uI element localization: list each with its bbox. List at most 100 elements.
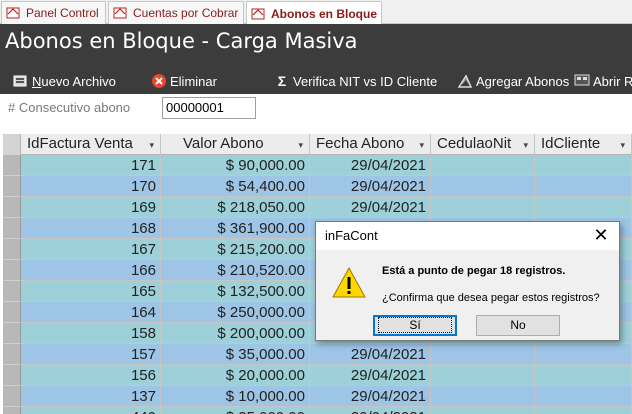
eliminar-button[interactable]: Eliminar bbox=[151, 72, 217, 90]
row-selector[interactable] bbox=[3, 155, 21, 176]
table-cell[interactable]: 168 bbox=[21, 218, 161, 239]
table-cell[interactable] bbox=[431, 155, 535, 176]
table-cell[interactable]: $ 210,520.00 bbox=[161, 260, 310, 281]
row-selector[interactable] bbox=[3, 302, 21, 323]
table-cell[interactable]: 29/04/2021 bbox=[310, 155, 431, 176]
table-cell[interactable]: $ 90,000.00 bbox=[161, 155, 310, 176]
table-cell[interactable] bbox=[431, 407, 535, 414]
yes-button[interactable]: Sí bbox=[373, 315, 457, 336]
table-cell[interactable] bbox=[535, 197, 632, 218]
toolbar: Nuevo Archivo Eliminar Σ Verifica NIT vs… bbox=[0, 64, 632, 94]
column-header-label: IdCliente bbox=[541, 135, 601, 152]
nuevo-archivo-mnemonic: N bbox=[32, 73, 42, 89]
column-header-cedulaonit[interactable]: CedulaoNit ▾ bbox=[431, 134, 535, 155]
agregar-abonos-button[interactable]: Agregar Abonos bbox=[457, 72, 569, 90]
tab-cuentas-por-cobrar[interactable]: Cuentas por Cobrar bbox=[108, 1, 244, 24]
table-cell[interactable]: $ 132,500.00 bbox=[161, 281, 310, 302]
abrir-label: Abrir R bbox=[593, 73, 632, 89]
confirm-dialog: inFaCont ✕ Está a punto de pegar 18 regi… bbox=[315, 221, 620, 341]
table-cell[interactable] bbox=[535, 176, 632, 197]
dropdown-arrow-icon[interactable]: ▾ bbox=[419, 135, 424, 155]
tab-abonos-en-bloque[interactable]: Abonos en Bloque bbox=[246, 1, 382, 25]
table-cell[interactable] bbox=[431, 365, 535, 386]
table-cell[interactable] bbox=[535, 344, 632, 365]
tab-label: Abonos en Bloque bbox=[271, 6, 377, 21]
table-row[interactable]: 170 $ 54,400.00 29/04/2021 bbox=[3, 176, 632, 197]
table-cell[interactable]: $ 215,200.00 bbox=[161, 239, 310, 260]
column-header-idcliente[interactable]: IdCliente ▾ bbox=[535, 134, 632, 155]
column-header-idfactura[interactable]: IdFactura Venta ▾ bbox=[21, 134, 161, 155]
table-row[interactable]: 157 $ 35,000.00 29/04/2021 bbox=[3, 344, 632, 365]
table-cell[interactable]: $ 54,400.00 bbox=[161, 176, 310, 197]
table-cell[interactable]: 171 bbox=[21, 155, 161, 176]
form-icon bbox=[6, 7, 20, 19]
table-cell[interactable]: 167 bbox=[21, 239, 161, 260]
row-selector[interactable] bbox=[3, 407, 21, 414]
row-selector[interactable] bbox=[3, 365, 21, 386]
row-selector[interactable] bbox=[3, 323, 21, 344]
table-cell[interactable] bbox=[431, 344, 535, 365]
column-header-valor-abono[interactable]: Valor Abono ▾ bbox=[161, 134, 310, 155]
row-selector[interactable] bbox=[3, 344, 21, 365]
table-cell[interactable]: 156 bbox=[21, 365, 161, 386]
nuevo-archivo-button[interactable]: Nuevo Archivo bbox=[13, 72, 116, 90]
table-cell[interactable] bbox=[431, 386, 535, 407]
table-cell[interactable]: 440 bbox=[21, 407, 161, 414]
row-selector[interactable] bbox=[3, 197, 21, 218]
table-cell[interactable] bbox=[535, 365, 632, 386]
table-cell[interactable]: 170 bbox=[21, 176, 161, 197]
row-selector[interactable] bbox=[3, 239, 21, 260]
row-selector[interactable] bbox=[3, 386, 21, 407]
dropdown-arrow-icon[interactable]: ▾ bbox=[298, 135, 303, 155]
row-selector[interactable] bbox=[3, 260, 21, 281]
table-cell[interactable]: $ 10,000.00 bbox=[161, 386, 310, 407]
table-cell[interactable] bbox=[431, 176, 535, 197]
table-cell[interactable]: 158 bbox=[21, 323, 161, 344]
table-cell[interactable] bbox=[535, 407, 632, 414]
table-cell[interactable]: $ 20,000.00 bbox=[161, 365, 310, 386]
table-cell[interactable]: 29/04/2021 bbox=[310, 344, 431, 365]
table-cell[interactable]: 29/04/2021 bbox=[310, 176, 431, 197]
no-button[interactable]: No bbox=[476, 315, 560, 336]
table-cell[interactable]: $ 25,000.00 bbox=[161, 407, 310, 414]
table-cell[interactable]: $ 361,900.00 bbox=[161, 218, 310, 239]
verifica-nit-button[interactable]: Σ Verifica NIT vs ID Cliente bbox=[274, 72, 437, 90]
consecutivo-input[interactable]: 00000001 bbox=[162, 97, 256, 119]
table-cell[interactable]: 166 bbox=[21, 260, 161, 281]
table-row[interactable]: 156 $ 20,000.00 29/04/2021 bbox=[3, 365, 632, 386]
table-row[interactable]: 440$ 25,000.0029/04/2021 bbox=[3, 407, 632, 414]
tab-panel-control[interactable]: Panel Control bbox=[1, 1, 106, 24]
dropdown-arrow-icon[interactable]: ▾ bbox=[149, 135, 154, 155]
table-row[interactable]: 171 $ 90,000.00 29/04/2021 bbox=[3, 155, 632, 176]
table-cell[interactable]: 157 bbox=[21, 344, 161, 365]
select-all-corner[interactable] bbox=[3, 134, 21, 155]
table-cell[interactable]: $ 35,000.00 bbox=[161, 344, 310, 365]
new-file-icon bbox=[13, 73, 29, 89]
table-cell[interactable] bbox=[535, 155, 632, 176]
table-cell[interactable]: $ 218,050.00 bbox=[161, 197, 310, 218]
consecutivo-section: # Consecutivo abono 00000001 bbox=[0, 94, 632, 134]
dropdown-arrow-icon[interactable]: ▾ bbox=[523, 135, 528, 155]
warning-icon bbox=[332, 266, 366, 298]
table-cell[interactable]: $ 200,000.00 bbox=[161, 323, 310, 344]
table-cell[interactable]: 29/04/2021 bbox=[310, 407, 431, 414]
abrir-button[interactable]: Abrir R bbox=[574, 72, 632, 90]
table-cell[interactable] bbox=[431, 197, 535, 218]
table-cell[interactable] bbox=[535, 386, 632, 407]
table-cell[interactable]: 165 bbox=[21, 281, 161, 302]
table-cell[interactable]: $ 250,000.00 bbox=[161, 302, 310, 323]
close-icon[interactable]: ✕ bbox=[591, 225, 611, 245]
row-selector[interactable] bbox=[3, 176, 21, 197]
table-cell[interactable]: 169 bbox=[21, 197, 161, 218]
table-cell[interactable]: 137 bbox=[21, 386, 161, 407]
table-row[interactable]: 137 $ 10,000.00 29/04/2021 bbox=[3, 386, 632, 407]
row-selector[interactable] bbox=[3, 281, 21, 302]
dropdown-arrow-icon[interactable]: ▾ bbox=[620, 135, 625, 155]
table-row[interactable]: 169 $ 218,050.00 29/04/2021 bbox=[3, 197, 632, 218]
table-cell[interactable]: 164 bbox=[21, 302, 161, 323]
row-selector[interactable] bbox=[3, 218, 21, 239]
column-header-fecha-abono[interactable]: Fecha Abono ▾ bbox=[310, 134, 431, 155]
table-cell[interactable]: 29/04/2021 bbox=[310, 365, 431, 386]
table-cell[interactable]: 29/04/2021 bbox=[310, 386, 431, 407]
table-cell[interactable]: 29/04/2021 bbox=[310, 197, 431, 218]
